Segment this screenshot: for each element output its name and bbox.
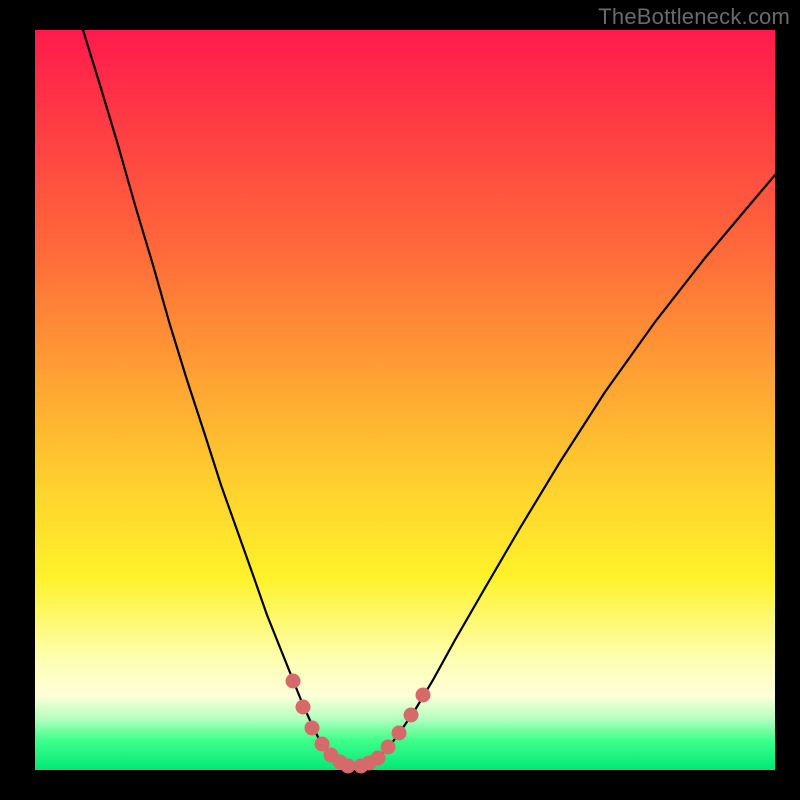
chart-svg bbox=[35, 30, 775, 770]
dots-right bbox=[354, 688, 431, 774]
data-dot bbox=[416, 688, 431, 703]
data-dot bbox=[305, 721, 320, 736]
data-dot bbox=[286, 674, 301, 689]
data-dot bbox=[296, 700, 311, 715]
outer-frame: TheBottleneck.com bbox=[0, 0, 800, 800]
data-dot bbox=[404, 708, 419, 723]
curve-left bbox=[83, 30, 346, 766]
data-dot bbox=[381, 740, 396, 755]
data-dot bbox=[341, 759, 356, 774]
watermark-text: TheBottleneck.com bbox=[598, 4, 790, 30]
curve-right bbox=[361, 175, 775, 766]
data-dot bbox=[392, 726, 407, 741]
